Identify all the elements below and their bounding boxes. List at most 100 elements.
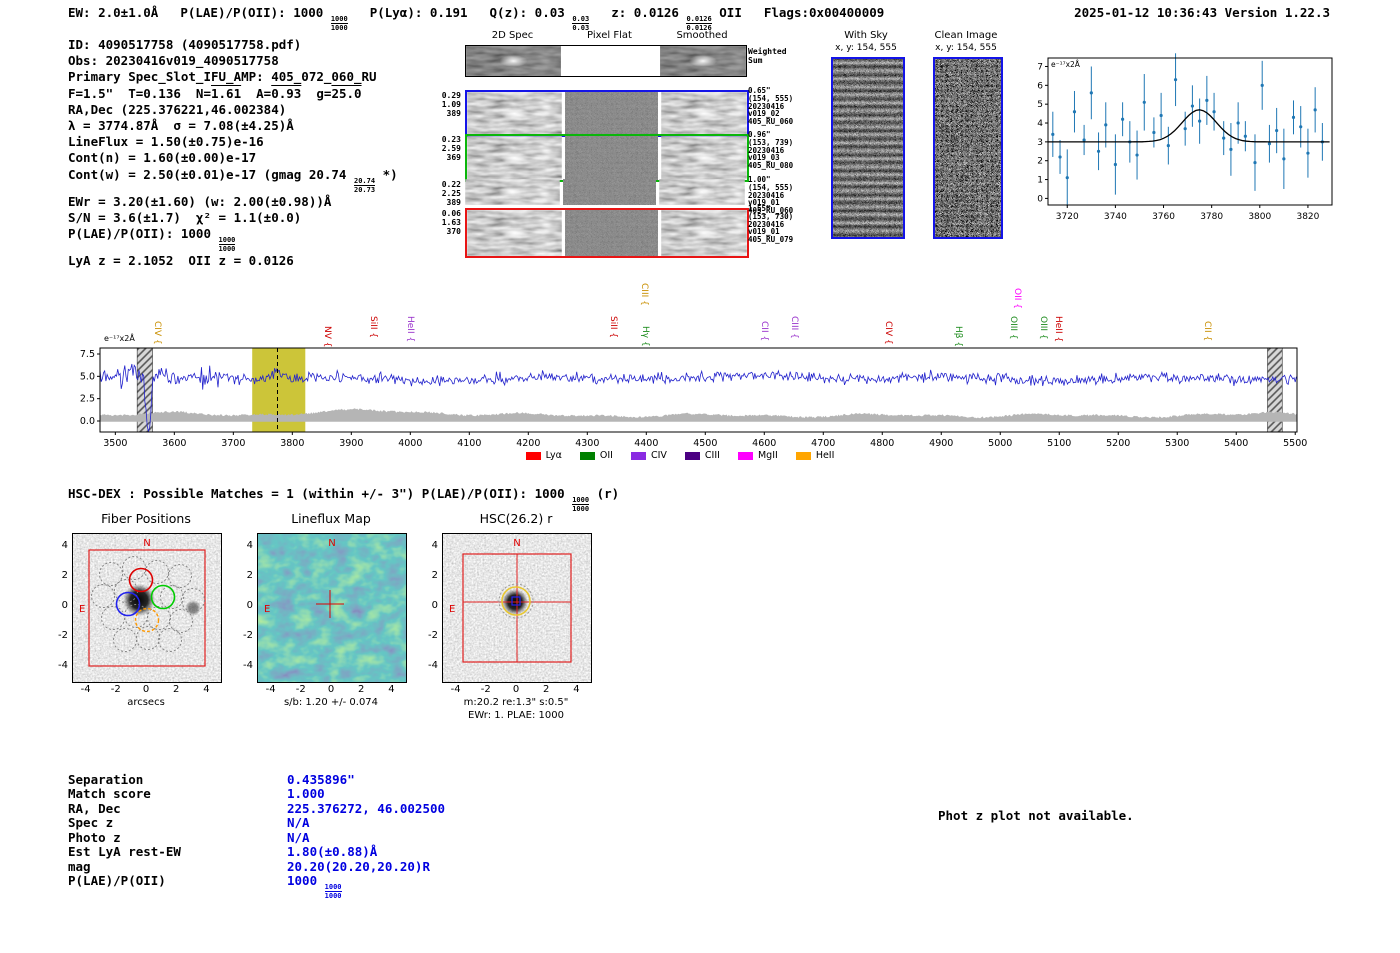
legend-swatch bbox=[630, 451, 646, 460]
info-line: λ = 3774.87Å σ = 7.08(±4.25)Å bbox=[68, 118, 294, 134]
cutout-xlabel2-hsc: EWr: 1. PLAE: 1000 bbox=[468, 710, 564, 721]
y-tick-label: 3 bbox=[1037, 138, 1043, 148]
emission-line-label: OIII { bbox=[1037, 315, 1048, 340]
data-point bbox=[1065, 176, 1069, 180]
emission-line-label: Hβ { bbox=[952, 326, 963, 348]
cutout-xlabel-hsc: m:20.2 re:1.3" s:0.5" bbox=[463, 697, 569, 708]
x-tick-label: 3740 bbox=[1104, 212, 1127, 222]
cutout-x-tick-label: 0 bbox=[327, 684, 335, 695]
hsc-header-suffix: (r) bbox=[589, 486, 620, 501]
cutout-y-tick-label: 4 bbox=[431, 539, 438, 551]
info-line: Cont(n) = 1.60(±0.00)e-17 bbox=[68, 150, 257, 166]
x-tick-label: 3760 bbox=[1152, 212, 1175, 222]
cutout-x-tick-label: 2 bbox=[358, 684, 365, 695]
clean-image-title: Clean Image bbox=[934, 30, 998, 41]
match-row-value: 0.435896" bbox=[287, 772, 355, 787]
match-table: Separation 0.435896" Match score 1.000 RA, D… bbox=[68, 772, 528, 902]
meta-line: 405_RU_079 bbox=[748, 235, 794, 245]
info-part: 1.61 bbox=[211, 85, 242, 101]
spec2d-col-header-pixelflat: Pixel Flat bbox=[587, 30, 632, 41]
spectrum-units-annotation: e⁻¹⁷x2Å bbox=[104, 334, 135, 343]
emission-line-label: CII { bbox=[759, 321, 770, 342]
emission-blob bbox=[500, 227, 529, 239]
x-tick-label: 3780 bbox=[1200, 212, 1223, 222]
smooth-cutout bbox=[660, 46, 746, 76]
info-part: F=1.5" T=0.136 N= bbox=[68, 85, 211, 101]
stat-value: 2.25 bbox=[441, 189, 461, 198]
emission-line-label: NV { bbox=[321, 326, 332, 348]
emission-line-label: CIV { bbox=[151, 321, 162, 345]
spec2d-flat-image bbox=[563, 179, 656, 205]
data-point bbox=[1121, 117, 1125, 121]
data-point bbox=[1198, 119, 1202, 123]
match-value-fraction: 1000 1000 bbox=[324, 883, 342, 900]
x-tick-label: 5400 bbox=[1224, 438, 1248, 449]
y-tick-label: 0 bbox=[1037, 194, 1043, 204]
data-point bbox=[1299, 125, 1303, 129]
spec2d-smooth-image bbox=[659, 179, 745, 205]
stat-value: 369 bbox=[446, 153, 461, 162]
spec2d-row-stats: 0.23 2.59 369 bbox=[435, 135, 461, 162]
legend-label: CIV bbox=[650, 450, 667, 461]
data-point bbox=[1082, 138, 1086, 142]
info-line: EWr = 3.20(±1.60) (w: 2.00(±0.98))Å bbox=[68, 193, 332, 209]
data-point bbox=[1267, 142, 1272, 146]
data-point bbox=[1282, 157, 1286, 161]
info-line: LyA z = 2.1052 OII z = 0.0126 bbox=[68, 253, 294, 269]
cutout-x-tick-label: -4 bbox=[265, 684, 276, 695]
north-label: N bbox=[143, 538, 150, 549]
spec2d-row-meta: 1.55" (153, 730) 20230416 v019_01 405_RU_079 bbox=[748, 205, 808, 244]
match-row-label: Separation bbox=[68, 772, 144, 787]
spec2d-row-stats: 0.06 1.63 370 bbox=[435, 209, 461, 236]
cutout-x-tick-label: 4 bbox=[388, 684, 395, 695]
cutout-title-fiber: Fiber Positions bbox=[101, 511, 191, 526]
cutout-x-tick-label: 4 bbox=[203, 684, 210, 695]
emission-blob bbox=[689, 55, 717, 67]
x-tick-label: 4100 bbox=[457, 438, 481, 449]
fraction-numerator: 1000 bbox=[324, 883, 342, 892]
pixel-flat-texture bbox=[563, 179, 656, 205]
match-row-value: 1.000 bbox=[287, 786, 325, 801]
clean-image-noise bbox=[935, 59, 1001, 237]
spec2d-col-header-2dspec: 2D Spec bbox=[491, 30, 534, 41]
match-row-label: Spec z bbox=[68, 815, 114, 831]
with-sky-coords: x, y: 154, 555 bbox=[835, 43, 897, 53]
match-row-value: N/A bbox=[287, 815, 310, 830]
y-tick-label: 7 bbox=[1037, 62, 1043, 72]
cutout-x-tick-label: -4 bbox=[80, 684, 91, 695]
y-tick-label: 5.0 bbox=[80, 371, 95, 382]
photz-note: Phot z plot not available. bbox=[938, 808, 1134, 823]
info-part: 0.93 bbox=[271, 85, 302, 101]
data-point bbox=[1229, 147, 1233, 152]
spec2d-row-meta: 0.96" (153, 739) 20230416 v019_03 405_RU_080 bbox=[748, 131, 808, 170]
smooth-cutout bbox=[659, 179, 745, 205]
legend-swatch bbox=[795, 451, 811, 460]
stat-value: 1.09 bbox=[441, 100, 461, 109]
emission-blob bbox=[500, 107, 529, 120]
legend-item: HeII bbox=[795, 450, 834, 461]
x-tick-label: 4600 bbox=[752, 438, 776, 449]
info-part: A= bbox=[241, 85, 272, 101]
cutout-y-tick-label: 0 bbox=[61, 600, 68, 611]
emission-blob bbox=[688, 186, 716, 198]
smooth-cutout bbox=[661, 136, 747, 180]
pixel-flat-texture bbox=[565, 136, 658, 180]
spec2d-row bbox=[465, 45, 747, 77]
data-point bbox=[1275, 128, 1279, 133]
match-row-label: Match score bbox=[68, 786, 151, 802]
spec2d-smooth-image bbox=[661, 210, 747, 256]
clean-image-coords: x, y: 154, 555 bbox=[935, 43, 997, 53]
fraction-numerator: 1000 bbox=[572, 496, 590, 504]
spec2d-spec-image bbox=[466, 46, 561, 76]
noise-texture bbox=[565, 210, 658, 256]
header-segment-text: z: 0.0126 bbox=[611, 5, 687, 20]
x-tick-label: 5300 bbox=[1165, 438, 1189, 449]
data-point bbox=[1058, 155, 1062, 159]
gaussian-fit-line bbox=[1048, 109, 1330, 143]
match-value-text: 0.435896" bbox=[287, 772, 355, 787]
fraction-denominator: 20.73 bbox=[353, 184, 376, 194]
header-segment: P(LAE)/P(OII): 1000 1000 1000 bbox=[180, 5, 348, 32]
legend-swatch bbox=[579, 451, 595, 460]
match-row-label: mag bbox=[68, 858, 91, 874]
data-point bbox=[1253, 160, 1257, 165]
